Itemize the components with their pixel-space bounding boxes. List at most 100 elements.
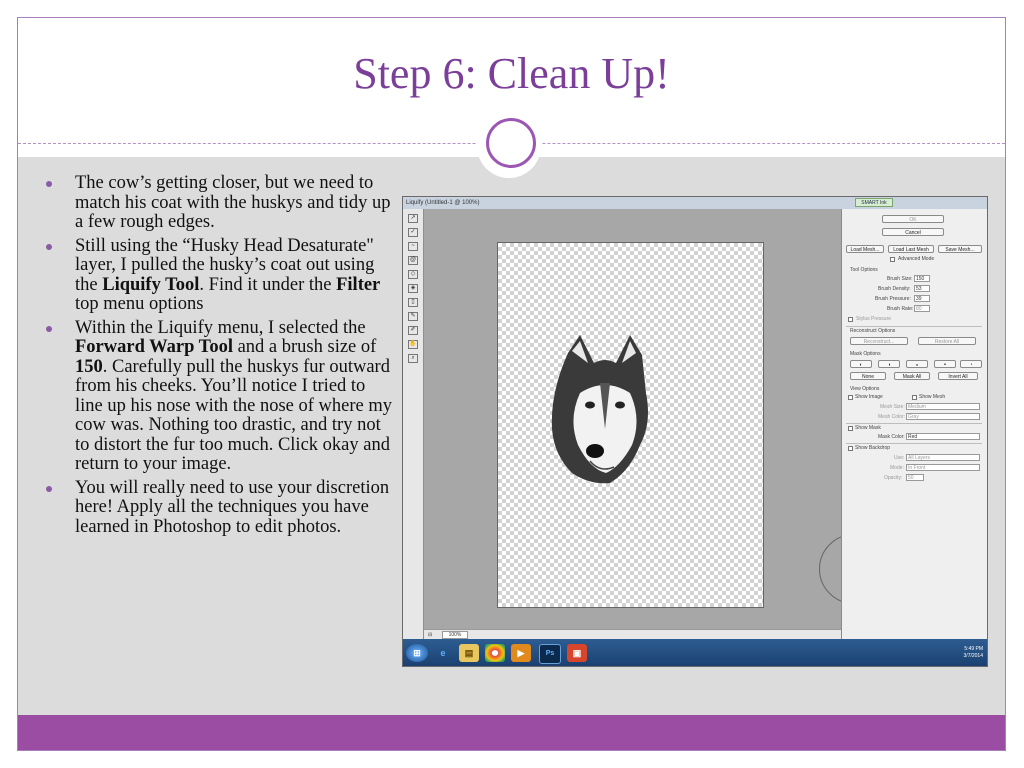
show-mask-checkbox[interactable] — [848, 426, 853, 431]
bullet-bold-text: 150 — [75, 356, 103, 377]
show-mesh-checkbox[interactable] — [912, 395, 917, 400]
smooth-tool-icon: ~ — [408, 242, 418, 251]
add-to-selection-icon[interactable]: ◑ — [878, 360, 900, 368]
load-last-mesh-button[interactable]: Load Last Mesh — [888, 245, 934, 253]
windows-taskbar: ⊞ e ▤ ▶ Ps ▣ 5:49 PM 3/7/2014 — [403, 639, 987, 666]
brush-pressure-label: Brush Pressure: — [875, 296, 911, 302]
system-tray: 5:49 PM 3/7/2014 — [964, 646, 983, 660]
decorative-ring-icon — [486, 118, 536, 168]
transparent-canvas[interactable] — [497, 242, 889, 608]
mesh-size-select[interactable]: Medium — [906, 403, 980, 410]
brush-size-label: Brush Size: — [887, 276, 913, 282]
none-button[interactable]: None — [850, 372, 886, 380]
pucker-tool-icon: ◇ — [408, 270, 418, 279]
liquify-window-title: Liquify (Untitled-1 @ 100%) — [403, 197, 987, 209]
show-image-label: Show Image — [855, 394, 883, 400]
husky-head-image — [551, 335, 648, 484]
bullet-text: The cow’s getting closer, but we need to… — [75, 173, 391, 232]
photoshop-liquify-screenshot: Liquify (Untitled-1 @ 100%) SMART Ink ↗ … — [402, 196, 988, 667]
reconstruct-tool-icon: ✓ — [408, 228, 418, 237]
bullet-bold-text: Liquify Tool — [102, 274, 200, 295]
bullet-text: You will really need to use your discret… — [75, 477, 390, 537]
liquify-toolbar: ↗ ✓ ~ @ ◇ ◈ ▯ ✎ ✐ ✋ ⌕ — [403, 209, 424, 639]
bullet-item: Within the Liquify menu, I selected the … — [44, 317, 394, 475]
liquify-options-panel: OK Cancel Load Mesh... Load Last Mesh Sa… — [841, 209, 987, 639]
bullet-text: Within the Liquify menu, I selected the — [75, 317, 366, 338]
mask-color-label: Mask Color: — [878, 434, 905, 440]
bullet-bold-text: Filter — [336, 274, 381, 295]
mesh-color-label: Mesh Color: — [878, 414, 905, 420]
bullet-item: You will really need to use your discret… — [44, 477, 394, 538]
use-select[interactable]: All Layers — [906, 454, 980, 461]
zoom-minus-icon[interactable]: ⊟ — [428, 632, 432, 638]
bullet-text: top menu options — [75, 294, 204, 314]
replace-selection-icon[interactable]: ◐ — [850, 360, 872, 368]
mask-all-button[interactable]: Mask All — [894, 372, 930, 380]
internet-explorer-icon[interactable]: e — [433, 644, 453, 662]
bloat-tool-icon: ◈ — [408, 284, 418, 293]
bullet-dot-icon — [46, 485, 52, 492]
mask-color-select[interactable]: Red — [906, 433, 980, 440]
invert-all-button[interactable]: Invert All — [938, 372, 978, 380]
tool-options-heading: Tool Options — [850, 267, 878, 273]
photoshop-icon[interactable]: Ps — [539, 644, 561, 664]
restore-all-button[interactable]: Restore All — [918, 337, 976, 345]
view-options-heading: View Options — [850, 386, 880, 392]
zoom-level[interactable]: 100% — [441, 631, 469, 639]
opacity-field[interactable]: 50 — [906, 474, 924, 481]
subtract-from-selection-icon[interactable]: ◒ — [906, 360, 928, 368]
presentation-app-icon[interactable]: ▣ — [567, 644, 587, 662]
bullet-dot-icon — [46, 243, 52, 250]
show-mask-label: Show Mask — [855, 425, 881, 431]
mode-label: Mode: — [890, 465, 904, 471]
reconstruct-options-heading: Reconstruct Options — [850, 328, 896, 334]
brush-pressure-field[interactable]: 39 — [914, 295, 930, 302]
start-button-icon[interactable]: ⊞ — [406, 644, 428, 662]
bullet-text: . Find it under the — [199, 274, 337, 295]
thaw-mask-tool-icon: ✐ — [408, 326, 418, 335]
show-backdrop-checkbox[interactable] — [848, 446, 853, 451]
brush-size-field[interactable]: 150 — [914, 275, 930, 282]
stylus-pressure-checkbox[interactable] — [848, 317, 853, 322]
save-mesh-button[interactable]: Save Mesh... — [938, 245, 982, 253]
reconstruct-button[interactable]: Reconstruct... — [850, 337, 908, 345]
bullet-list: The cow’s getting closer, but we need to… — [44, 173, 394, 541]
canvas-area — [424, 209, 889, 629]
invert-selection-icon[interactable]: ◔ — [960, 360, 982, 368]
freeze-mask-tool-icon: ✎ — [408, 312, 418, 321]
push-left-tool-icon: ▯ — [408, 298, 418, 307]
file-explorer-icon[interactable]: ▤ — [459, 644, 479, 662]
load-mesh-button[interactable]: Load Mesh... — [846, 245, 884, 253]
cancel-button[interactable]: Cancel — [882, 228, 944, 236]
show-mesh-label: Show Mesh — [919, 394, 946, 400]
panel-divider — [846, 423, 982, 424]
bullet-text: . Carefully pull the huskys fur outward … — [75, 356, 393, 474]
bullet-item: The cow’s getting closer, but we need to… — [44, 173, 394, 233]
ok-button[interactable]: OK — [882, 215, 944, 223]
brush-density-label: Brush Density: — [878, 286, 911, 292]
intersect-selection-icon[interactable]: ◓ — [934, 360, 956, 368]
brush-density-field[interactable]: 53 — [914, 285, 930, 292]
bullet-dot-icon — [46, 181, 52, 187]
forward-warp-tool-icon: ↗ — [408, 214, 418, 223]
advanced-mode-checkbox[interactable] — [890, 257, 895, 262]
smart-ink-badge: SMART Ink — [855, 198, 893, 207]
show-image-checkbox[interactable] — [848, 395, 853, 400]
hand-tool-icon: ✋ — [408, 340, 418, 349]
twirl-tool-icon: @ — [408, 256, 418, 265]
clock-time: 5:49 PM — [964, 646, 983, 652]
chrome-icon[interactable] — [485, 644, 505, 662]
brush-rate-field[interactable]: 80 — [914, 305, 930, 312]
mode-select[interactable]: In Front — [906, 464, 980, 471]
bullet-dot-icon — [46, 325, 52, 332]
brush-rate-label: Brush Rate: — [887, 306, 914, 312]
clock-date: 3/7/2014 — [963, 653, 983, 659]
mask-options-heading: Mask Options — [850, 351, 881, 357]
show-backdrop-label: Show Backdrop — [855, 445, 891, 451]
zoom-tool-icon: ⌕ — [408, 354, 418, 363]
mesh-color-select[interactable]: Gray — [906, 413, 980, 420]
opacity-label: Opacity: — [884, 475, 903, 481]
advanced-mode-label: Advanced Mode — [898, 256, 935, 262]
media-player-icon[interactable]: ▶ — [511, 644, 531, 662]
stylus-pressure-label: Stylus Pressure — [856, 316, 892, 322]
